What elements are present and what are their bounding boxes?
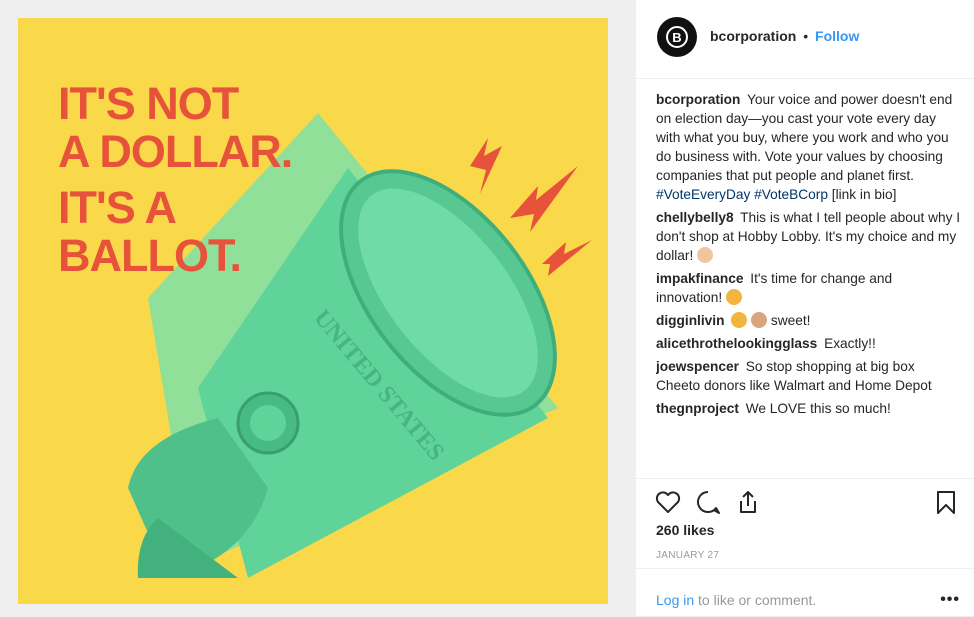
- comment-item: impakfinance It's time for change and in…: [656, 269, 961, 307]
- post-date: JANUARY 27: [656, 550, 720, 561]
- comment-username[interactable]: digginlivin: [656, 313, 724, 328]
- headline-line: A DOLLAR.: [58, 126, 293, 177]
- comments-list[interactable]: bcorporation Your voice and power doesn'…: [656, 90, 961, 478]
- comment-item: alicethrothelookingglass Exactly!!: [656, 334, 961, 353]
- follow-button[interactable]: Follow: [815, 28, 859, 44]
- comment-item: chellybelly8 This is what I tell people …: [656, 208, 961, 265]
- comment-username[interactable]: thegnproject: [656, 401, 739, 416]
- comment-text: We LOVE this so much!: [745, 401, 891, 416]
- thumbs-up-emoji-icon: [697, 247, 714, 263]
- share-icon[interactable]: [734, 488, 762, 516]
- likes-count[interactable]: 260 likes: [656, 522, 714, 538]
- lightning-bolt-icon: [470, 138, 502, 194]
- clapping-emoji-icon: [731, 312, 748, 328]
- comment-username[interactable]: bcorporation: [656, 92, 740, 107]
- comment-text: sweet!: [770, 313, 811, 328]
- comment-item: thegnproject We LOVE this so much!: [656, 399, 961, 418]
- login-prompt-text: to like or comment.: [698, 592, 817, 608]
- hashtags[interactable]: #VoteEveryDay #VoteBCorp: [656, 187, 828, 202]
- comment-icon[interactable]: [694, 488, 722, 516]
- comment-username[interactable]: impakfinance: [656, 271, 743, 286]
- comment-username[interactable]: joewspencer: [656, 359, 739, 374]
- avatar[interactable]: B: [657, 17, 697, 57]
- login-prompt: Log in to like or comment.: [656, 592, 816, 608]
- post-details-panel: B bcorporation • Follow bcorporation You…: [636, 0, 974, 616]
- post-header: B bcorporation • Follow: [636, 0, 974, 79]
- comment-item: joewspencer So stop shopping at big box …: [656, 357, 961, 395]
- comment-username[interactable]: chellybelly8: [656, 210, 734, 225]
- login-footer: Log in to like or comment. •••: [636, 568, 974, 617]
- header-username[interactable]: bcorporation: [710, 28, 796, 44]
- caption: bcorporation Your voice and power doesn'…: [656, 90, 961, 204]
- thumbs-up-emoji-icon: [751, 312, 768, 328]
- headline-line: BALLOT.: [58, 230, 242, 281]
- b-corp-logo-icon: B: [666, 26, 688, 48]
- login-link[interactable]: Log in: [656, 592, 694, 608]
- comment-item: digginlivin sweet!: [656, 311, 961, 330]
- headline-line: IT'S NOT: [58, 78, 239, 129]
- comment-username[interactable]: alicethrothelookingglass: [656, 336, 817, 351]
- headline: IT'S NOT A DOLLAR. IT'S A BALLOT.: [58, 78, 293, 281]
- post-image: UNITED STATES IT'S NOT A DOLLAR. IT'S A …: [18, 18, 608, 604]
- fist-emoji-icon: [726, 289, 743, 305]
- headline-line: IT'S A: [58, 182, 177, 233]
- bookmark-icon[interactable]: [932, 488, 960, 516]
- comment-text: Exactly!!: [824, 336, 876, 351]
- lightning-bolt-icon: [510, 166, 578, 232]
- header-user-row: bcorporation • Follow: [710, 28, 859, 44]
- more-options-icon[interactable]: •••: [940, 591, 960, 609]
- lightning-bolt-icon: [542, 240, 592, 276]
- separator-dot: •: [803, 28, 809, 44]
- comment-tail: [link in bio]: [831, 187, 897, 202]
- heart-icon[interactable]: [654, 488, 682, 516]
